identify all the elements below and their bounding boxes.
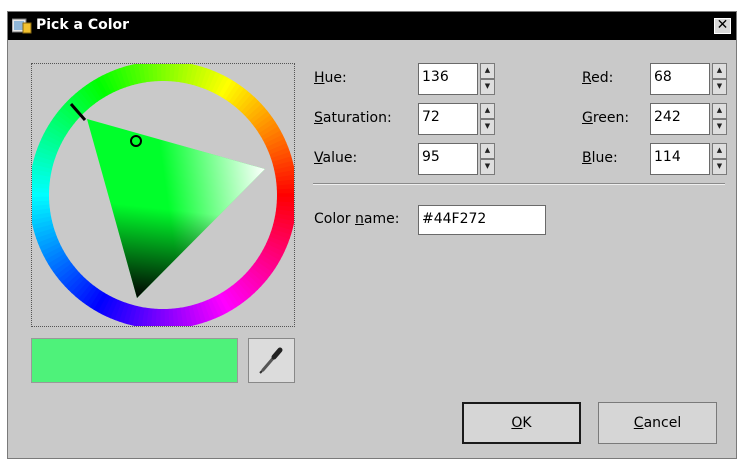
current-color-swatch	[31, 338, 238, 383]
blue-input[interactable]: 114	[650, 143, 710, 175]
color-name-input[interactable]: #44F272	[418, 205, 546, 235]
value-label: Value:	[314, 150, 358, 166]
color-name-label: Color name:	[314, 211, 400, 227]
close-button[interactable]: ✕	[714, 18, 731, 34]
blue-label: Blue:	[582, 150, 618, 166]
color-wheel-area[interactable]	[31, 63, 295, 327]
blue-increment-button[interactable]: ▲	[712, 143, 727, 159]
value-decrement-button[interactable]: ▼	[480, 159, 495, 175]
blue-decrement-button[interactable]: ▼	[712, 159, 727, 175]
hsv-color-wheel[interactable]	[32, 64, 294, 326]
pick-a-color-dialog: Pick a Color ✕ Hue: 136 ▲ ▼ Saturation: …	[7, 11, 737, 459]
hue-decrement-button[interactable]: ▼	[480, 79, 495, 95]
hue-increment-button[interactable]: ▲	[480, 63, 495, 79]
green-increment-button[interactable]: ▲	[712, 103, 727, 119]
value-input[interactable]: 95	[418, 143, 478, 175]
value-spinbox[interactable]: 95 ▲ ▼	[418, 143, 496, 175]
green-spinbox[interactable]: 242 ▲ ▼	[650, 103, 728, 135]
hue-input[interactable]: 136	[418, 63, 478, 95]
eyedropper-icon	[259, 347, 283, 374]
value-increment-button[interactable]: ▲	[480, 143, 495, 159]
separator	[313, 183, 725, 185]
ok-button[interactable]: OK	[462, 402, 581, 444]
title-bar: Pick a Color ✕	[8, 12, 736, 40]
hue-label: Hue:	[314, 70, 347, 86]
hue-spinbox[interactable]: 136 ▲ ▼	[418, 63, 496, 95]
green-decrement-button[interactable]: ▼	[712, 119, 727, 135]
green-label: Green:	[582, 110, 630, 126]
red-input[interactable]: 68	[650, 63, 710, 95]
saturation-spinbox[interactable]: 72 ▲ ▼	[418, 103, 496, 135]
red-label: Red:	[582, 70, 614, 86]
red-increment-button[interactable]: ▲	[712, 63, 727, 79]
blue-spinbox[interactable]: 114 ▲ ▼	[650, 143, 728, 175]
window-title: Pick a Color	[36, 17, 130, 33]
saturation-input[interactable]: 72	[418, 103, 478, 135]
close-icon: ✕	[716, 17, 729, 33]
eyedropper-button[interactable]	[248, 338, 295, 383]
saturation-label: Saturation:	[314, 110, 392, 126]
red-spinbox[interactable]: 68 ▲ ▼	[650, 63, 728, 95]
green-input[interactable]: 242	[650, 103, 710, 135]
saturation-decrement-button[interactable]: ▼	[480, 119, 495, 135]
saturation-increment-button[interactable]: ▲	[480, 103, 495, 119]
red-decrement-button[interactable]: ▼	[712, 79, 727, 95]
color-picker-app-icon	[12, 18, 32, 34]
cancel-button[interactable]: Cancel	[598, 402, 717, 444]
triangle-black-gradient	[87, 119, 265, 298]
